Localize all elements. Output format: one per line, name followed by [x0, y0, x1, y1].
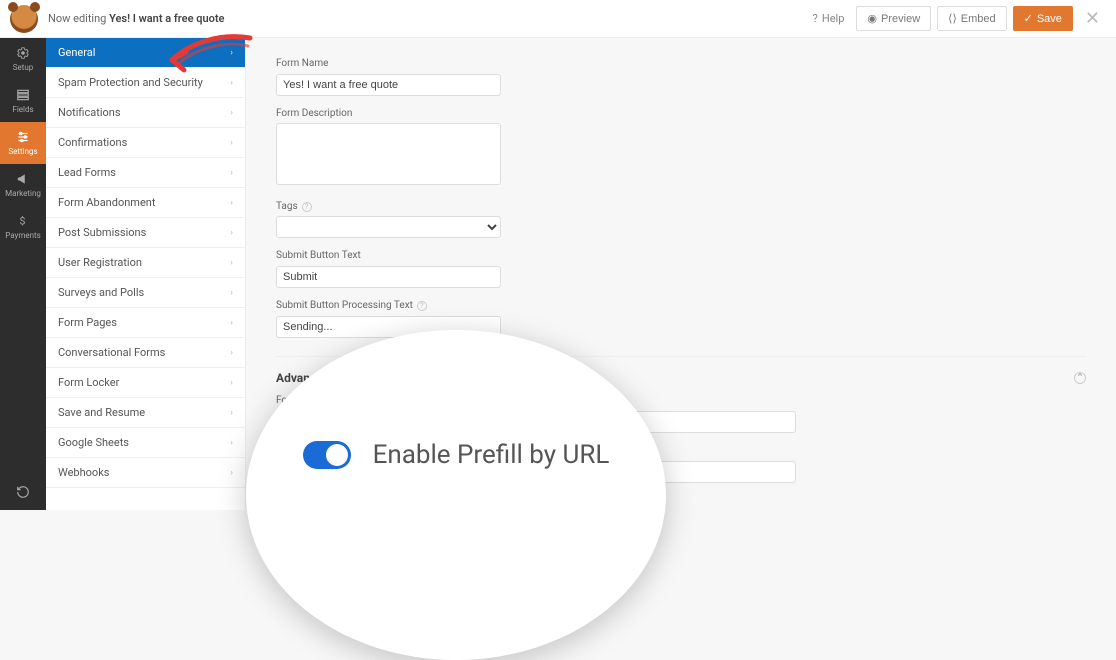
- form-description-label: Form Description: [276, 108, 1086, 119]
- subnav-form-locker[interactable]: Form Locker›: [46, 368, 245, 398]
- chevron-right-icon: ›: [230, 438, 233, 448]
- submit-button-text-label: Submit Button Text: [276, 250, 1086, 261]
- subnav-google-sheets[interactable]: Google Sheets›: [46, 428, 245, 458]
- help-icon[interactable]: ?: [417, 301, 427, 311]
- rail-history[interactable]: [0, 477, 46, 510]
- subnav-notifications[interactable]: Notifications›: [46, 98, 245, 128]
- subnav-user-registration[interactable]: User Registration›: [46, 248, 245, 278]
- top-actions: ? Help ◉ Preview ⟨⟩ Embed ✓ Save ✕: [813, 6, 1106, 31]
- embed-button[interactable]: ⟨⟩ Embed: [937, 6, 1006, 31]
- megaphone-icon: [16, 172, 30, 186]
- zoom-callout: Enable Prefill by URL: [246, 330, 666, 660]
- chevron-right-icon: ›: [230, 108, 233, 118]
- dollar-icon: $: [16, 214, 30, 228]
- chevron-right-icon: ›: [230, 378, 233, 388]
- subnav-save-resume[interactable]: Save and Resume›: [46, 398, 245, 428]
- chevron-right-icon: ›: [230, 198, 233, 208]
- settings-subnav: General› Spam Protection and Security› N…: [46, 38, 246, 510]
- subnav-webhooks[interactable]: Webhooks›: [46, 458, 245, 488]
- svg-text:$: $: [20, 215, 26, 228]
- history-icon: [16, 485, 30, 499]
- preview-button[interactable]: ◉ Preview: [856, 6, 931, 31]
- save-button[interactable]: ✓ Save: [1013, 6, 1073, 31]
- help-link[interactable]: ? Help: [813, 12, 845, 25]
- check-icon: ✓: [1024, 12, 1033, 25]
- fields-icon: [16, 88, 30, 102]
- prefill-url-toggle[interactable]: [303, 441, 351, 469]
- rail-payments[interactable]: $ Payments: [0, 206, 46, 248]
- code-icon: ⟨⟩: [948, 12, 957, 25]
- subnav-lead-forms[interactable]: Lead Forms›: [46, 158, 245, 188]
- form-description-input[interactable]: [276, 123, 501, 185]
- help-icon: ?: [813, 12, 818, 25]
- form-name-label: Form Name: [276, 58, 1086, 69]
- subnav-form-pages[interactable]: Form Pages›: [46, 308, 245, 338]
- chevron-right-icon: ›: [230, 48, 233, 58]
- gear-icon: [16, 46, 30, 60]
- rail-fields[interactable]: Fields: [0, 80, 46, 122]
- chevron-right-icon: ›: [230, 468, 233, 478]
- subnav-spam[interactable]: Spam Protection and Security›: [46, 68, 245, 98]
- rail-setup[interactable]: Setup: [0, 38, 46, 80]
- partial-toggle-icon: [282, 350, 302, 364]
- form-name-input[interactable]: [276, 74, 501, 96]
- chevron-right-icon: ›: [230, 228, 233, 238]
- left-rail: Setup Fields Settings Marketing $ Paymen…: [0, 0, 46, 510]
- chevron-right-icon: ›: [230, 318, 233, 328]
- close-icon[interactable]: ✕: [1079, 8, 1106, 29]
- collapse-icon[interactable]: ⌃: [1074, 372, 1086, 384]
- subnav-surveys-polls[interactable]: Surveys and Polls›: [46, 278, 245, 308]
- editing-label: Now editing Yes! I want a free quote: [48, 12, 224, 25]
- tags-select[interactable]: [276, 216, 501, 238]
- submit-processing-label: Submit Button Processing Text?: [276, 300, 1086, 311]
- chevron-right-icon: ›: [230, 138, 233, 148]
- subnav-conversational[interactable]: Conversational Forms›: [46, 338, 245, 368]
- help-icon[interactable]: ?: [302, 202, 312, 212]
- chevron-right-icon: ›: [230, 78, 233, 88]
- subnav-confirmations[interactable]: Confirmations›: [46, 128, 245, 158]
- chevron-right-icon: ›: [230, 288, 233, 298]
- eye-icon: ◉: [867, 12, 877, 25]
- rail-settings[interactable]: Settings: [0, 122, 46, 164]
- sliders-icon: [16, 130, 30, 144]
- subnav-post-submissions[interactable]: Post Submissions›: [46, 218, 245, 248]
- chevron-right-icon: ›: [230, 408, 233, 418]
- chevron-right-icon: ›: [230, 348, 233, 358]
- subnav-form-abandonment[interactable]: Form Abandonment›: [46, 188, 245, 218]
- submit-button-text-input[interactable]: [276, 266, 501, 288]
- chevron-right-icon: ›: [230, 168, 233, 178]
- chevron-right-icon: ›: [230, 258, 233, 268]
- subnav-general[interactable]: General›: [46, 38, 245, 68]
- rail-marketing[interactable]: Marketing: [0, 164, 46, 206]
- wpforms-logo-icon: [10, 5, 38, 33]
- prefill-url-label: Enable Prefill by URL: [373, 440, 610, 470]
- tags-label: Tags?: [276, 201, 1086, 212]
- top-bar: Now editing Yes! I want a free quote ? H…: [0, 0, 1116, 38]
